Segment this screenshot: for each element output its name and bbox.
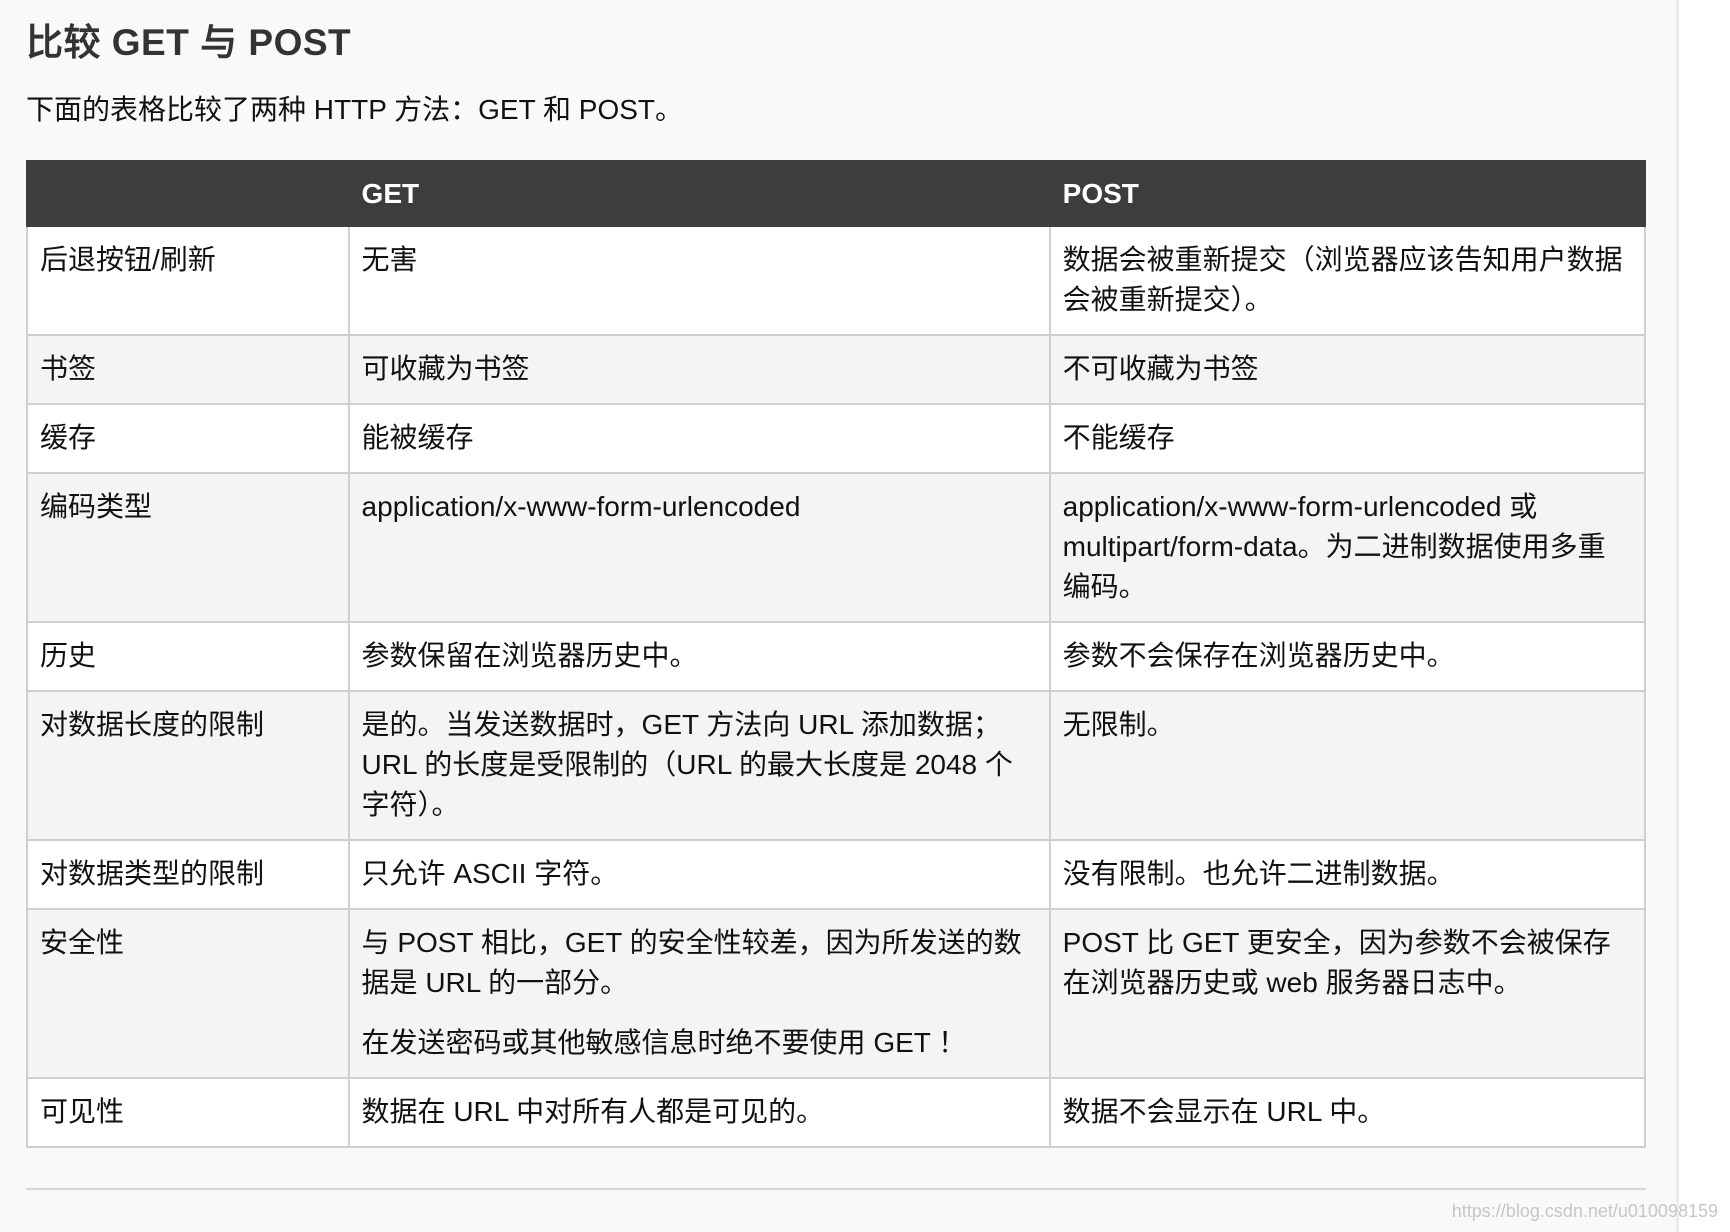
post-value-cell: 不可收藏为书签: [1048, 334, 1647, 405]
post-value-cell: 数据会被重新提交（浏览器应该告知用户数据会被重新提交）。: [1048, 225, 1647, 336]
table-row: 缓存 能被缓存 不能缓存: [26, 403, 1647, 474]
post-value-cell: application/x-www-form-urlencoded 或 mult…: [1048, 472, 1647, 623]
row-label-cell: 安全性: [26, 908, 350, 1079]
header-cell-get: GET: [347, 160, 1051, 227]
table-row: 可见性 数据在 URL 中对所有人都是可见的。 数据不会显示在 URL 中。: [26, 1077, 1647, 1148]
article-content: 比较 GET 与 POST 下面的表格比较了两种 HTTP 方法：GET 和 P…: [0, 0, 1676, 1232]
get-value-cell: 无害: [347, 225, 1051, 336]
horizontal-divider: [26, 1188, 1646, 1190]
table-row: 后退按钮/刷新 无害 数据会被重新提交（浏览器应该告知用户数据会被重新提交）。: [26, 225, 1647, 336]
post-value-cell: 不能缓存: [1048, 403, 1647, 474]
table-row: 编码类型 application/x-www-form-urlencoded app…: [26, 472, 1647, 623]
get-value-text: 在发送密码或其他敏感信息时绝不要使用 GET ！: [361, 1027, 967, 1058]
table-row: 对数据长度的限制 是的。当发送数据时，GET 方法向 URL 添加数据；URL 的…: [26, 690, 1647, 841]
table-row: 书签 可收藏为书签 不可收藏为书签: [26, 334, 1647, 405]
post-value-text: 数据不会显示在 URL 中。: [1062, 1096, 1386, 1127]
post-value-cell: 参数不会保存在浏览器历史中。: [1048, 621, 1647, 692]
row-label-cell: 缓存: [26, 403, 350, 474]
get-value-text: 只允许 ASCII 字符。: [361, 858, 619, 889]
post-value-cell: 数据不会显示在 URL 中。: [1048, 1077, 1647, 1148]
get-value-text: 可收藏为书签: [361, 353, 530, 384]
table-row: 历史 参数保留在浏览器历史中。 参数不会保存在浏览器历史中。: [26, 621, 1647, 692]
get-value-cell: 数据在 URL 中对所有人都是可见的。: [347, 1077, 1051, 1148]
row-label-cell: 后退按钮/刷新: [26, 225, 350, 336]
row-label-cell: 对数据长度的限制: [26, 690, 350, 841]
header-cell-post: POST: [1048, 160, 1647, 227]
watermark-text: https://blog.csdn.net/u010098159: [1451, 1201, 1718, 1221]
get-value-text: 数据在 URL 中对所有人都是可见的。: [361, 1096, 825, 1127]
get-value-cell: 能被缓存: [347, 403, 1051, 474]
row-label-cell: 书签: [26, 334, 350, 405]
get-value-text: 参数保留在浏览器历史中。: [361, 640, 698, 671]
sidebar-divider: [1676, 0, 1679, 1232]
table-row: 对数据类型的限制 只允许 ASCII 字符。 没有限制。也允许二进制数据。: [26, 839, 1647, 910]
table-header-row: GET POST: [26, 160, 1647, 227]
get-value-text: 无害: [361, 244, 418, 275]
get-value-cell: 可收藏为书签: [347, 334, 1051, 405]
post-value-cell: 无限制。: [1048, 690, 1647, 841]
get-value-text: 与 POST 相比，GET 的安全性较差，因为所发送的数据是 URL 的一部分。: [361, 927, 1022, 998]
row-label-cell: 编码类型: [26, 472, 350, 623]
get-value-cell: application/x-www-form-urlencoded: [347, 472, 1051, 623]
comparison-table: GET POST 后退按钮/刷新 无害 数据会被重新提交（浏览器应该告知用户数据会被…: [26, 160, 1647, 1148]
intro-text: 下面的表格比较了两种 HTTP 方法：GET 和 POST。: [26, 94, 684, 125]
get-value-text: 能被缓存: [361, 422, 474, 453]
row-label-cell: 可见性: [26, 1077, 350, 1148]
post-value-text: 参数不会保存在浏览器历史中。: [1062, 640, 1455, 671]
post-value-cell: 没有限制。也允许二进制数据。: [1048, 839, 1647, 910]
row-label-cell: 对数据类型的限制: [26, 839, 350, 910]
get-value-text: application/x-www-form-urlencoded: [361, 491, 801, 522]
table-row: 安全性与 POST 相比，GET 的安全性较差，因为所发送的数据是 URL 的一…: [26, 908, 1647, 1079]
post-value-text: 数据会被重新提交（浏览器应该告知用户数据会被重新提交）。: [1062, 244, 1623, 315]
post-value-text: POST 比 GET 更安全，因为参数不会被保存在浏览器历史或 web 服务器日…: [1062, 927, 1611, 998]
get-value-text: 是的。当发送数据时，GET 方法向 URL 添加数据；URL 的长度是受限制的（…: [361, 709, 1013, 820]
page-title: 比较 GET 与 POST: [26, 22, 352, 63]
row-label-cell: 历史: [26, 621, 350, 692]
get-value-cell: 参数保留在浏览器历史中。: [347, 621, 1051, 692]
header-cell-label: [26, 160, 350, 227]
post-value-text: 无限制。: [1062, 709, 1175, 740]
post-value-text: 不能缓存: [1062, 422, 1175, 453]
table-body: 后退按钮/刷新 无害 数据会被重新提交（浏览器应该告知用户数据会被重新提交）。 书签可…: [26, 225, 1647, 1148]
get-value-cell: 是的。当发送数据时，GET 方法向 URL 添加数据；URL 的长度是受限制的（…: [347, 690, 1051, 841]
get-value-cell: 与 POST 相比，GET 的安全性较差，因为所发送的数据是 URL 的一部分。…: [347, 908, 1051, 1079]
post-value-text: 不可收藏为书签: [1062, 353, 1259, 384]
post-value-cell: POST 比 GET 更安全，因为参数不会被保存在浏览器历史或 web 服务器日…: [1048, 908, 1647, 1079]
get-value-cell: 只允许 ASCII 字符。: [347, 839, 1051, 910]
post-value-text: application/x-www-form-urlencoded 或 mult…: [1062, 491, 1606, 602]
post-value-text: 没有限制。也允许二进制数据。: [1062, 858, 1455, 889]
